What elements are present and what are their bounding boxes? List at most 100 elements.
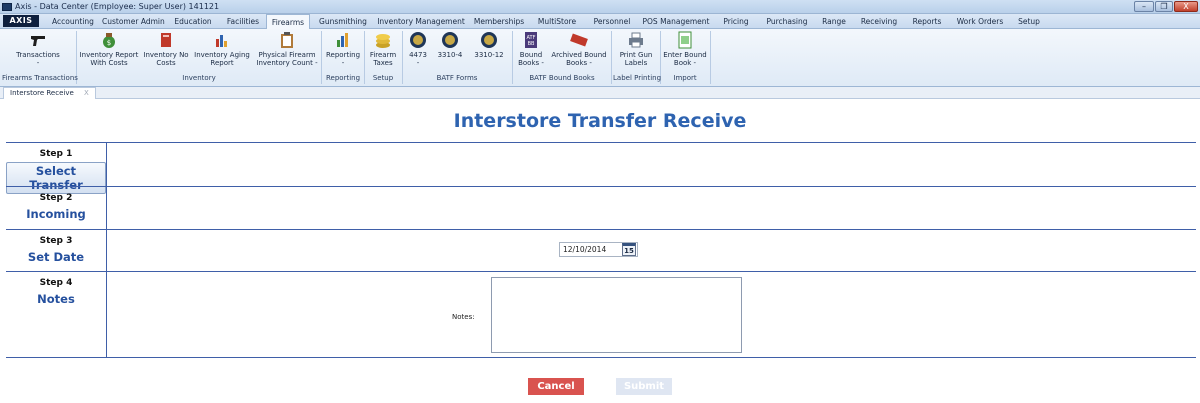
submit-button[interactable]: Submit: [616, 378, 672, 395]
group-reporting: Reporting: [325, 74, 361, 82]
tab-range[interactable]: Range: [818, 14, 850, 29]
print-gun-labels-button[interactable]: Print Gun Labels: [613, 31, 659, 67]
archived-stamp-icon: [570, 33, 588, 47]
title-bar: Axis - Data Center (Employee: Super User…: [0, 0, 1200, 14]
step-4-number: Step 4: [39, 278, 73, 288]
tab-memberships[interactable]: Memberships: [471, 14, 527, 29]
form-4473-button[interactable]: 4473 -: [404, 31, 432, 67]
clipboard-icon: [281, 32, 293, 48]
step-row-2: Step 2 Incoming: [6, 186, 1196, 229]
form-3310-4-button[interactable]: 3310-4: [435, 31, 465, 59]
ribbon-separator: [364, 31, 365, 84]
coins-icon: [376, 34, 390, 48]
tab-education[interactable]: Education: [170, 14, 216, 29]
tab-inventory-management[interactable]: Inventory Management: [376, 14, 466, 29]
tab-gunsmithing[interactable]: Gunsmithing: [316, 14, 370, 29]
step-1-cell: Step 1 Select Transfer: [6, 143, 107, 194]
tab-reports[interactable]: Reports: [907, 14, 947, 29]
archived-bound-books-label: Archived Bound Books -: [551, 51, 607, 67]
print-gun-labels-label: Print Gun Labels: [619, 51, 653, 67]
enter-bound-book-button[interactable]: Enter Bound Book -: [662, 31, 708, 67]
step-3-cell: Step 3 Set Date: [6, 230, 107, 271]
seal-icon: [442, 32, 458, 48]
notes-label: Notes:: [452, 313, 475, 321]
calendar-icon[interactable]: 15: [622, 243, 636, 256]
inventory-no-costs-button[interactable]: Inventory No Costs: [141, 31, 191, 67]
group-setup: Setup: [372, 74, 394, 82]
reporting-label: Reporting -: [325, 51, 361, 67]
restore-button[interactable]: ❐: [1155, 1, 1173, 12]
svg-text:BB: BB: [528, 41, 535, 47]
inventory-report-with-costs-button[interactable]: $ Inventory Report With Costs: [78, 31, 140, 67]
document-tab-strip: Interstore Receive X: [0, 87, 1200, 99]
reporting-button[interactable]: Reporting -: [323, 31, 363, 67]
money-bag-icon: $: [103, 33, 115, 48]
form-3310-12-button[interactable]: 3310-12: [472, 31, 506, 59]
group-label-printing: Label Printing: [613, 74, 662, 82]
bar-chart-icon: [216, 35, 227, 47]
inventory-report-with-costs-label: Inventory Report With Costs: [79, 51, 139, 67]
tab-facilities[interactable]: Facilities: [221, 14, 265, 29]
report-chart-icon: [337, 33, 348, 47]
minimize-button[interactable]: –: [1134, 1, 1154, 12]
step-3-name: Set Date: [27, 250, 85, 264]
doc-tab-interstore-receive[interactable]: Interstore Receive X: [3, 87, 96, 99]
enter-bound-book-label: Enter Bound Book -: [663, 51, 707, 67]
inventory-aging-report-button[interactable]: Inventory Aging Report: [192, 31, 252, 67]
ribbon-separator: [402, 31, 403, 84]
menu-bar: AXIS Accounting Customer Admin Education…: [0, 14, 1200, 30]
transactions-button[interactable]: Transactions -: [4, 31, 72, 67]
ribbon: Transactions - $ Inventory Report With C…: [0, 29, 1200, 87]
step-4-cell: Step 4 Notes: [6, 272, 107, 357]
form-3310-12-label: 3310-12: [474, 51, 504, 59]
step-row-1: Step 1 Select Transfer: [6, 142, 1196, 194]
spreadsheet-icon: [678, 31, 692, 49]
ribbon-separator: [512, 31, 513, 84]
pistol-icon: [31, 36, 45, 46]
group-inventory: Inventory: [182, 74, 216, 82]
step-1-number: Step 1: [39, 149, 73, 159]
inventory-no-costs-label: Inventory No Costs: [143, 51, 189, 67]
archived-bound-books-button[interactable]: Archived Bound Books -: [549, 31, 609, 67]
steps-bottom-border: [6, 357, 1196, 358]
doc-tab-close-icon[interactable]: X: [84, 89, 89, 97]
axis-logo[interactable]: AXIS: [3, 15, 39, 27]
cancel-button[interactable]: Cancel: [528, 378, 584, 395]
step-2-number: Step 2: [39, 193, 73, 203]
bound-books-label: Bound Books -: [518, 51, 544, 67]
tab-pos-management[interactable]: POS Management: [641, 14, 711, 29]
form-3310-4-label: 3310-4: [437, 51, 463, 59]
doc-tab-label: Interstore Receive: [10, 89, 74, 97]
bound-books-button[interactable]: ATF BB Bound Books -: [514, 31, 548, 67]
ribbon-separator: [321, 31, 322, 84]
physical-firearm-inventory-count-button[interactable]: Physical Firearm Inventory Count -: [254, 31, 320, 67]
notes-textarea[interactable]: [491, 277, 742, 353]
inventory-aging-report-label: Inventory Aging Report: [194, 51, 250, 67]
step-2-name: Incoming: [26, 207, 86, 221]
physical-firearm-inventory-count-label: Physical Firearm Inventory Count -: [256, 51, 318, 67]
tab-setup[interactable]: Setup: [1013, 14, 1045, 29]
tab-customer-admin[interactable]: Customer Admin: [102, 14, 165, 29]
tab-multistore[interactable]: MultiStore: [532, 14, 582, 29]
tab-work-orders[interactable]: Work Orders: [952, 14, 1008, 29]
page-title: Interstore Transfer Receive: [453, 110, 747, 132]
group-import: Import: [673, 74, 697, 82]
group-batf-forms: BATF Forms: [436, 74, 478, 82]
tab-receiving[interactable]: Receiving: [855, 14, 903, 29]
firearm-taxes-button[interactable]: Firearm Taxes: [366, 31, 400, 67]
svg-text:$: $: [107, 39, 111, 47]
tab-accounting[interactable]: Accounting: [44, 14, 102, 29]
ribbon-separator: [710, 31, 711, 84]
close-button[interactable]: X: [1174, 1, 1198, 12]
tab-pricing[interactable]: Pricing: [716, 14, 756, 29]
tab-personnel[interactable]: Personnel: [588, 14, 636, 29]
bound-book-icon: ATF BB: [525, 32, 537, 48]
date-value: 12/10/2014: [563, 245, 607, 254]
app-window: Axis - Data Center (Employee: Super User…: [0, 0, 1200, 403]
book-icon: [161, 33, 171, 47]
step-4-name: Notes: [37, 292, 75, 306]
ribbon-separator: [611, 31, 612, 84]
tab-firearms[interactable]: Firearms: [266, 14, 310, 30]
group-batf-bound-books: BATF Bound Books: [529, 74, 595, 82]
tab-purchasing[interactable]: Purchasing: [761, 14, 813, 29]
